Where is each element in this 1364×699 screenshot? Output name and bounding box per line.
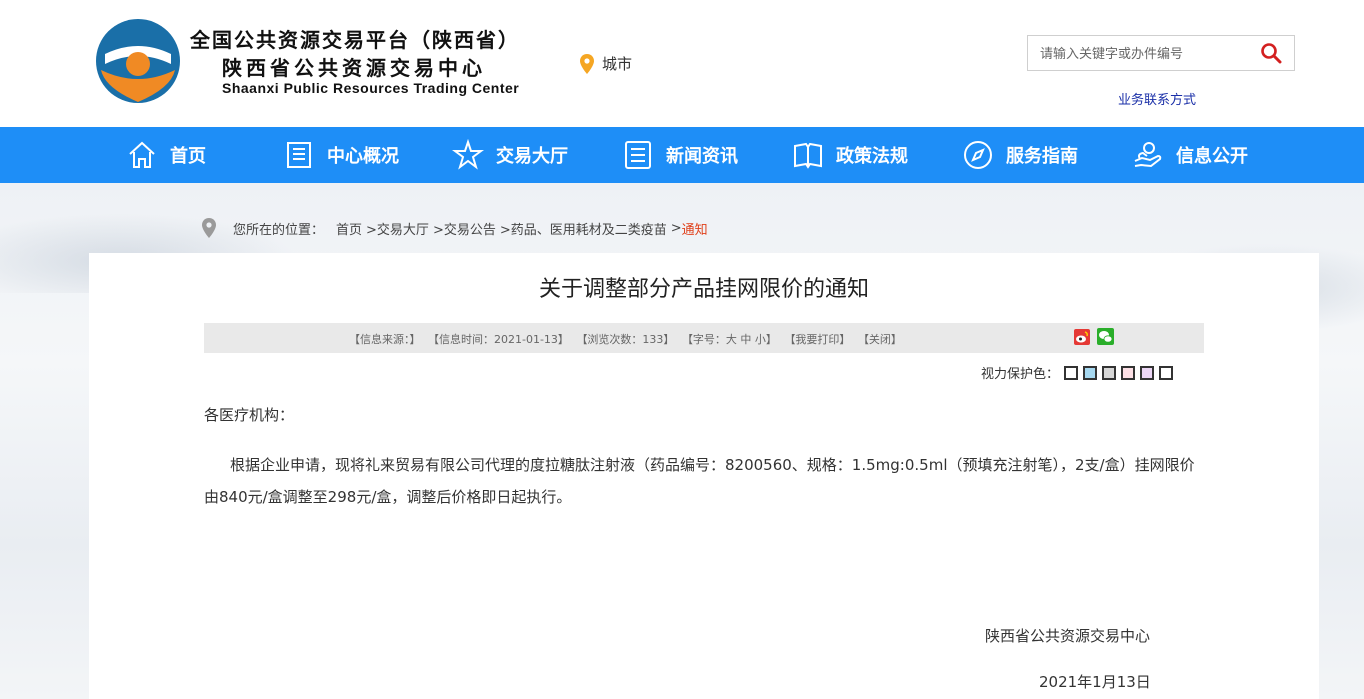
- article-body: 根据企业申请，现将礼来贸易有限公司代理的度拉糖肽注射液（药品编号：8200560…: [204, 456, 1195, 506]
- nav-label-service-guide: 服务指南: [1006, 146, 1078, 167]
- news-icon: [625, 141, 651, 169]
- site-header: 全国公共资源交易平台（陕西省） 陕西省公共资源交易中心 Shaanxi Publ…: [0, 0, 1364, 127]
- article-info-bar: 【信息来源：】 【信息时间：2021-01-13】 【浏览次数：133】 【字号…: [204, 323, 1204, 353]
- article-panel: 关于调整部分产品挂网限价的通知 【信息来源：】 【信息时间：2021-01-13…: [89, 253, 1319, 699]
- breadcrumb-drugs-category[interactable]: >药品、医用耗材及二类疫苗: [500, 219, 667, 238]
- star-icon: [452, 139, 484, 170]
- nav-item-service-guide[interactable]: 服务指南: [962, 127, 1078, 183]
- font-size-control[interactable]: 【字号：大 中 小】: [682, 333, 777, 346]
- color-swatch-purple[interactable]: [1140, 365, 1155, 380]
- color-swatch-gray[interactable]: [1102, 365, 1117, 380]
- nav-label-trading-hall: 交易大厅: [496, 146, 568, 167]
- nav-item-policy[interactable]: 政策法规: [792, 127, 908, 183]
- breadcrumb-home[interactable]: 首页: [336, 219, 362, 238]
- article-signature-org: 陕西省公共资源交易中心: [985, 627, 1151, 645]
- color-swatch-pink[interactable]: [1121, 365, 1136, 380]
- article-title: 关于调整部分产品挂网限价的通知: [538, 277, 869, 302]
- document-icon: [287, 142, 311, 168]
- nav-item-info-disclosure[interactable]: 信息公开: [1132, 127, 1248, 183]
- nav-item-news[interactable]: 新闻资讯: [622, 127, 738, 183]
- article-signature-date: 2021年1月13日: [1039, 673, 1151, 691]
- main-nav: 首页 中心概况 交易大厅 新闻资讯 政策法规 服务指南 信息公开: [0, 127, 1364, 183]
- info-time: 【信息时间：2021-01-13】: [428, 333, 569, 346]
- info-source: 【信息来源：】: [349, 333, 421, 346]
- search-box: [1027, 35, 1295, 71]
- search-icon[interactable]: [1260, 42, 1282, 64]
- hand-icon: [1134, 142, 1162, 168]
- color-swatch-default[interactable]: [1159, 365, 1174, 380]
- compass-icon: [964, 141, 992, 169]
- print-link[interactable]: 【我要打印】: [784, 333, 850, 346]
- wechat-share-icon[interactable]: [1097, 328, 1114, 345]
- home-icon: [129, 141, 155, 168]
- location-pin-icon: [580, 53, 594, 74]
- breadcrumb: 您所在的位置： 首页 >交易大厅 >交易公告 >药品、医用耗材及二类疫苗 > 通…: [202, 218, 708, 238]
- color-swatch-white[interactable]: [1064, 365, 1079, 380]
- city-label: 城市: [602, 55, 633, 73]
- breadcrumb-separator: >: [670, 220, 682, 236]
- close-link[interactable]: 【关闭】: [858, 333, 902, 346]
- center-name: 陕西省公共资源交易中心: [222, 56, 486, 80]
- article-info: 【信息来源：】 【信息时间：2021-01-13】 【浏览次数：133】 【字号…: [349, 331, 906, 347]
- center-name-en: Shaanxi Public Resources Trading Center: [222, 80, 520, 96]
- platform-name: 全国公共资源交易平台（陕西省）: [190, 28, 520, 52]
- book-icon: [794, 142, 822, 169]
- color-swatch-blue[interactable]: [1083, 365, 1098, 380]
- eye-protection-colors: 视力保护色：: [981, 363, 1174, 382]
- nav-label-news: 新闻资讯: [666, 146, 738, 167]
- nav-label-home: 首页: [170, 146, 206, 167]
- city-selector[interactable]: 城市: [580, 53, 632, 74]
- nav-label-policy: 政策法规: [836, 146, 908, 167]
- eye-protection-label: 视力保护色：: [981, 367, 1060, 382]
- location-pin-icon: [202, 218, 216, 238]
- weibo-share-icon[interactable]: [1074, 329, 1090, 345]
- breadcrumb-trading-hall[interactable]: >交易大厅: [366, 219, 429, 238]
- breadcrumb-current: 通知: [681, 222, 708, 238]
- info-views: 【浏览次数：133】: [576, 333, 675, 346]
- nav-item-center-overview[interactable]: 中心概况: [283, 127, 399, 183]
- breadcrumb-announcements[interactable]: >交易公告: [433, 219, 496, 238]
- nav-label-info-disclosure: 信息公开: [1176, 146, 1248, 167]
- search-input[interactable]: [1028, 36, 1253, 70]
- nav-item-trading-hall[interactable]: 交易大厅: [452, 127, 568, 183]
- logo-icon[interactable]: [93, 18, 183, 104]
- breadcrumb-prefix: 您所在的位置：: [233, 222, 325, 238]
- nav-item-home[interactable]: 首页: [126, 127, 206, 183]
- nav-label-center-overview: 中心概况: [327, 146, 399, 167]
- business-contact-link[interactable]: 业务联系方式: [1118, 89, 1196, 108]
- logo-text: 全国公共资源交易平台（陕西省） 陕西省公共资源交易中心 Shaanxi Publ…: [190, 24, 570, 96]
- article-greeting: 各医疗机构：: [204, 406, 295, 424]
